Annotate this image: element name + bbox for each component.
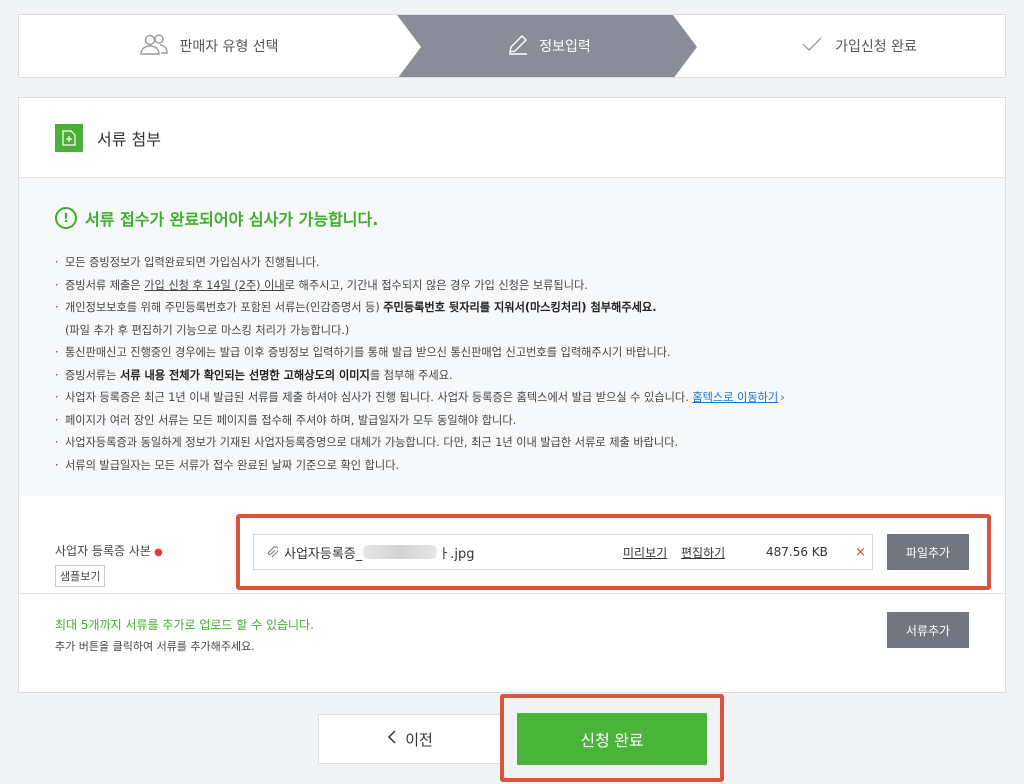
list-item: 증빙서류는 서류 내용 전체가 확인되는 선명한 고해상도의 이미지를 첨부해 … <box>55 365 969 388</box>
file-name-prefix: 사업자등록증_ <box>284 546 363 562</box>
paperclip-icon <box>266 545 278 559</box>
file-action-links: 미리보기 편집하기 <box>623 544 735 561</box>
list-item: (파일 추가 후 편집하기 기능으로 마스킹 처리가 가능합니다.) <box>65 323 350 337</box>
list-item: 페이지가 여러 장인 서류는 모든 페이지를 접수해 주셔야 하며, 발급일자가… <box>55 410 969 433</box>
check-icon <box>801 36 823 56</box>
edit-link[interactable]: 편집하기 <box>681 546 725 560</box>
prev-button[interactable]: 이전 <box>318 714 502 764</box>
remove-file-icon[interactable]: × <box>855 545 866 560</box>
step-label-complete: 가입신청 완료 <box>835 39 917 55</box>
list-item: 통신판매신고 진행중인 경우에는 발급 이후 증빙정보 입력하기를 통해 발급 … <box>55 342 969 365</box>
submit-button[interactable]: 신청 완료 <box>517 713 707 765</box>
document-attach-card: 서류 첨부 ! 서류 접수가 완료되어야 심사가 가능합니다. 모든 증빙정보가… <box>18 97 1007 694</box>
sample-view-button[interactable]: 샘플보기 <box>55 565 106 587</box>
section-title: 서류 첨부 <box>97 129 161 149</box>
step-info-input: 정보입력 <box>399 15 699 77</box>
step-seller-type: 판매자 유형 선택 <box>19 15 399 77</box>
additional-docs-row: 최대 5개까지 서류를 추가로 업로드 할 수 있습니다. 추가 버튼을 클릭하… <box>19 598 1007 694</box>
redacted-blur <box>363 545 438 559</box>
list-item: 증빙서류 제출은 가입 신청 후 14일 (2주) 이내로 해주시고, 기간내 … <box>55 275 969 298</box>
chevron-left-icon <box>387 729 397 749</box>
file-size: 487.56 KB <box>766 545 828 559</box>
list-item: 서류의 발급일자는 모든 서류가 접수 완료된 날짜 기준으로 확인 합니다. <box>55 455 969 478</box>
add-file-button[interactable]: 파일추가 <box>887 534 969 570</box>
list-item: 사업자등록증과 동일하게 정보가 기재된 사업자등록증명으로 대체가 가능합니다… <box>55 432 969 455</box>
add-document-button[interactable]: 서류추가 <box>887 612 969 648</box>
step-complete: 가입신청 완료 <box>709 15 1005 77</box>
required-mark: ● <box>153 547 163 558</box>
list-item: 모든 증빙정보가 입력완료되면 가입심사가 진행됩니다. <box>55 252 969 275</box>
max-docs-notice: 최대 5개까지 서류를 추가로 업로드 할 수 있습니다. <box>55 618 314 632</box>
notice-title: ! 서류 접수가 완료되어야 심사가 가능합니다. <box>55 206 969 230</box>
file-name-suffix: ㅏ.jpg <box>438 546 475 562</box>
add-docs-help: 추가 버튼을 클릭하여 서류를 추가해주세요. <box>55 640 255 653</box>
hometax-link[interactable]: 홈텍스로 이동하기 <box>692 391 778 404</box>
uploaded-file-field: 사업자등록증_ ㅏ.jpg 미리보기 편집하기 487.56 KB × <box>253 534 873 570</box>
preview-link[interactable]: 미리보기 <box>623 546 667 560</box>
list-item: 사업자 등록증은 최근 1년 이내 발급된 서류를 제출 하셔야 심사가 진행 … <box>55 387 969 410</box>
card-header: 서류 첨부 <box>19 98 1005 178</box>
chevron-right-icon: › <box>780 391 785 404</box>
business-registration-upload-row: 사업자 등록증 사본 ● 샘플보기 사업자등록증_ ㅏ.jpg 미리보기 편집하기… <box>19 514 1007 594</box>
notice-box: ! 서류 접수가 완료되어야 심사가 가능합니다. 모든 증빙정보가 입력완료되… <box>19 178 1005 496</box>
pencil-icon <box>507 33 529 59</box>
stepper: 판매자 유형 선택 정보입력 가입신청 완료 <box>18 14 1006 78</box>
document-add-icon <box>55 123 83 152</box>
upload-label: 사업자 등록증 사본 ● <box>55 544 163 558</box>
step-label-seller-type: 판매자 유형 선택 <box>179 39 279 55</box>
notice-list: 모든 증빙정보가 입력완료되면 가입심사가 진행됩니다. 증빙서류 제출은 가입… <box>55 252 969 477</box>
users-icon <box>139 32 169 60</box>
list-item: 개인정보보호를 위해 주민등록번호가 포함된 서류는(인감증명서 등) 주민등록… <box>55 297 969 320</box>
step-label-info-input: 정보입력 <box>539 39 591 55</box>
exclamation-icon: ! <box>55 207 77 229</box>
